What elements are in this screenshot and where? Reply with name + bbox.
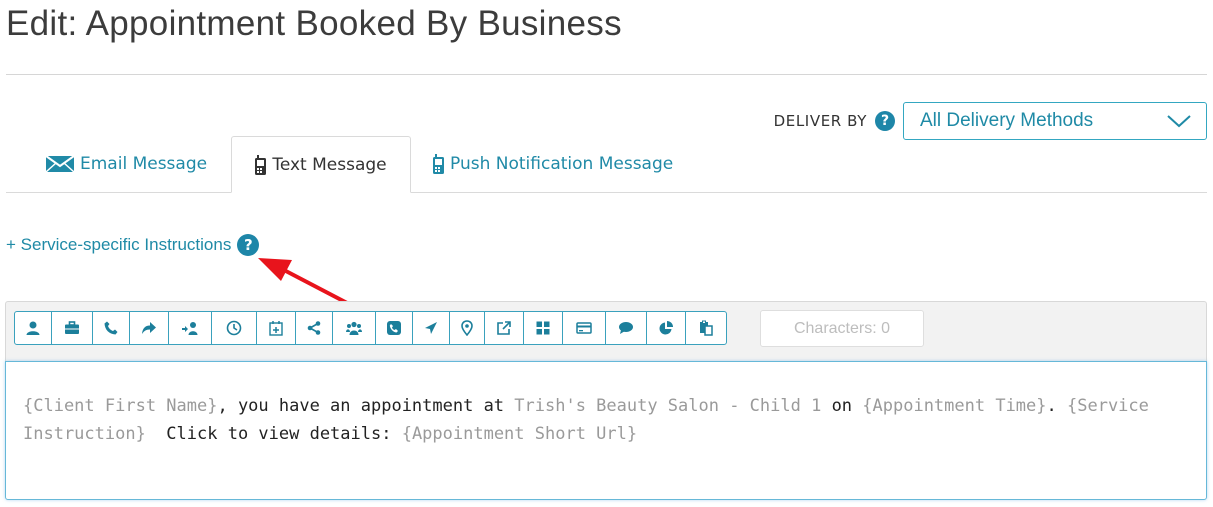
briefcase-icon	[65, 321, 79, 334]
insert-phone-square-button[interactable]	[375, 311, 413, 345]
insert-business-button[interactable]	[51, 311, 93, 345]
message-text: {Client First Name}, you have an appoint…	[23, 392, 1166, 448]
insert-comments-button[interactable]	[605, 311, 647, 345]
tab-text-label: Text Message	[272, 154, 387, 175]
insert-group-button[interactable]	[332, 311, 376, 345]
insert-phone-button[interactable]	[92, 311, 130, 345]
message-editor[interactable]: {Client First Name}, you have an appoint…	[5, 361, 1207, 500]
envelope-icon	[46, 155, 74, 173]
insert-client-button[interactable]	[14, 311, 52, 345]
users-icon	[346, 321, 362, 335]
clock-icon	[226, 320, 242, 336]
user-icon	[26, 321, 40, 335]
character-count: Characters: 0	[760, 310, 924, 347]
location-arrow-icon	[425, 322, 437, 334]
user-forward-icon	[182, 322, 198, 335]
message-tabs: Email Message Text Message Push Notifica…	[6, 136, 1207, 193]
insert-share-button[interactable]	[295, 311, 333, 345]
map-marker-icon	[461, 320, 473, 336]
editor-toolbar: Characters: 0	[5, 301, 1207, 361]
credit-card-icon	[576, 322, 592, 334]
message-static-text: Click to view details:	[145, 424, 402, 444]
external-link-icon	[497, 321, 511, 335]
insert-calendar-button[interactable]	[256, 311, 296, 345]
tab-email-message[interactable]: Email Message	[46, 136, 207, 192]
insert-field-buttons	[14, 311, 727, 345]
delivery-method-select[interactable]: All Delivery Methods	[903, 102, 1207, 140]
comments-icon	[619, 322, 633, 334]
grid-icon	[536, 321, 550, 335]
phone-square-icon	[387, 321, 401, 335]
tab-email-label: Email Message	[80, 154, 208, 174]
insert-payment-button[interactable]	[562, 311, 606, 345]
calendar-plus-icon	[269, 321, 283, 336]
message-static-text: on	[821, 396, 863, 416]
chevron-down-icon	[1167, 115, 1191, 128]
tab-push-notification[interactable]: Push Notification Message	[433, 136, 673, 192]
deliver-by-label: DELIVER BY	[773, 112, 867, 130]
insert-link-button[interactable]	[484, 311, 524, 345]
mobile-phone-icon	[255, 154, 267, 175]
insert-chart-button[interactable]	[646, 311, 686, 345]
insert-forward-button[interactable]	[129, 311, 169, 345]
delivery-method-value: All Delivery Methods	[920, 110, 1094, 131]
pie-chart-icon	[659, 321, 673, 335]
deliver-help-icon[interactable]: ?	[875, 111, 895, 131]
title-divider	[6, 74, 1207, 75]
insert-grid-button[interactable]	[523, 311, 563, 345]
deliver-by-group: DELIVER BY ? All Delivery Methods	[774, 102, 1207, 140]
placeholder-client-first-name: {Client First Name}	[23, 396, 218, 416]
tab-push-label: Push Notification Message	[450, 154, 674, 174]
tab-text-message[interactable]: Text Message	[231, 136, 411, 193]
share-icon	[307, 321, 321, 335]
share-arrow-icon	[142, 322, 156, 334]
mobile-phone-icon	[433, 154, 444, 174]
placeholder-appointment-short-url: {Appointment Short Url}	[401, 424, 638, 444]
insert-paste-button[interactable]	[685, 311, 727, 345]
paste-icon	[700, 320, 713, 336]
phone-icon	[104, 321, 118, 335]
message-static-text: .	[1046, 396, 1067, 416]
service-instructions-label: + Service-specific Instructions	[6, 235, 232, 254]
insert-staff-button[interactable]	[168, 311, 212, 345]
insert-time-button[interactable]	[211, 311, 257, 345]
placeholder-business-name: Trish's Beauty Salon - Child 1	[514, 396, 822, 416]
insert-location-button[interactable]	[449, 311, 485, 345]
message-static-text: , you have an appointment at	[217, 396, 515, 416]
service-help-icon[interactable]: ?	[237, 234, 260, 256]
page-title: Edit: Appointment Booked By Business	[6, 4, 622, 43]
insert-directions-button[interactable]	[412, 311, 450, 345]
service-instructions-link[interactable]: + Service-specific Instructions ?	[6, 234, 260, 256]
placeholder-appointment-time: {Appointment Time}	[862, 396, 1047, 416]
